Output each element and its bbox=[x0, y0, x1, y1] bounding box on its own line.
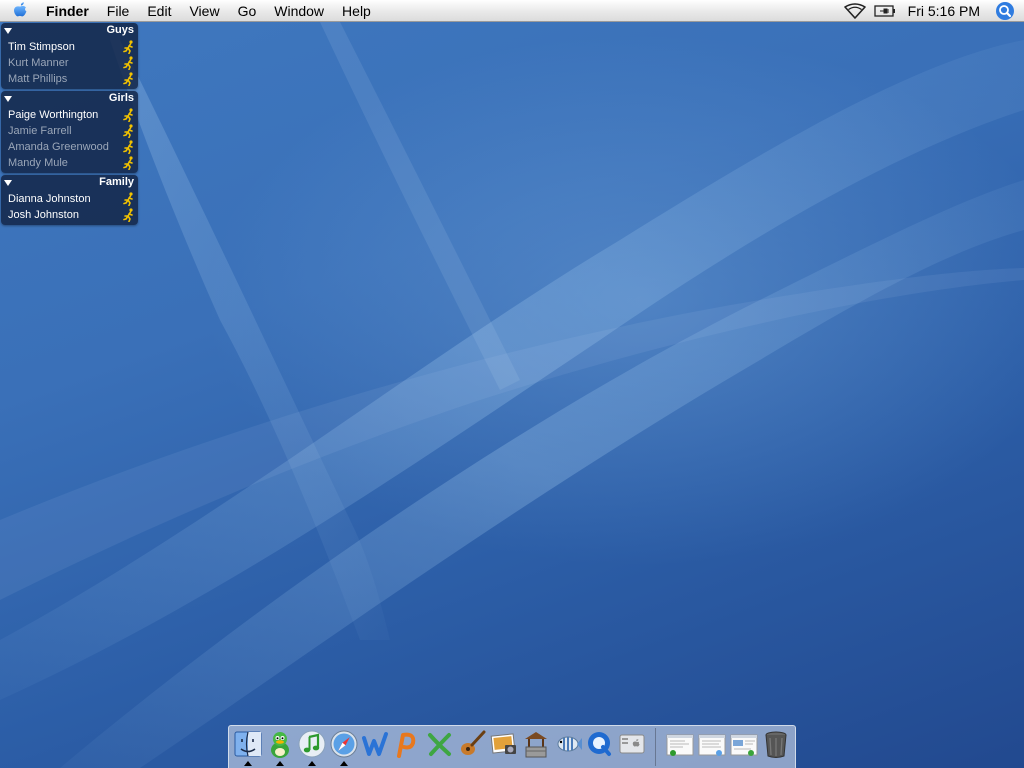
menu-clock[interactable]: Fri 5:16 PM bbox=[902, 0, 994, 22]
running-indicator bbox=[276, 761, 284, 766]
dock-item-adium[interactable] bbox=[265, 729, 295, 766]
dock-item-word[interactable] bbox=[361, 729, 391, 763]
dock bbox=[228, 725, 796, 768]
buddy-name: Matt Phillips bbox=[8, 73, 68, 85]
buddy-group: Guys Tim Stimpson Kurt Manner Matt Phill… bbox=[1, 23, 138, 89]
minimized-window-icon bbox=[698, 734, 726, 756]
buddy-name: Mandy Mule bbox=[8, 157, 68, 169]
aim-runner-icon bbox=[123, 72, 135, 87]
buddy-group: Girls Paige Worthington Jamie Farrell Am… bbox=[1, 91, 138, 173]
group-name: Guys bbox=[106, 24, 134, 36]
battery-menu[interactable] bbox=[872, 0, 898, 22]
group-name: Girls bbox=[108, 92, 134, 104]
buddy-row[interactable]: Mandy Mule bbox=[1, 155, 138, 171]
disclosure-triangle-icon[interactable] bbox=[4, 96, 12, 102]
system-preferences-icon bbox=[619, 734, 645, 754]
dock-item-trash[interactable] bbox=[761, 729, 791, 763]
dock-item-quicktime[interactable] bbox=[585, 729, 615, 763]
apple-icon bbox=[14, 2, 27, 17]
trash-icon bbox=[765, 731, 787, 758]
excel-icon bbox=[428, 733, 451, 756]
running-indicator bbox=[244, 761, 252, 766]
menu-bar: Finder File Edit View Go Window Help Fri… bbox=[0, 0, 1024, 22]
finder-icon bbox=[234, 731, 262, 757]
safari-icon bbox=[330, 730, 358, 758]
menu-go[interactable]: Go bbox=[229, 0, 266, 22]
buddy-row[interactable]: Dianna Johnston bbox=[1, 191, 138, 207]
running-indicator bbox=[340, 761, 348, 766]
battery-icon bbox=[873, 5, 895, 17]
menu-help[interactable]: Help bbox=[333, 0, 380, 22]
buddy-row[interactable]: Josh Johnston bbox=[1, 207, 138, 223]
dock-item-minimized-window[interactable] bbox=[697, 729, 727, 763]
buddy-name: Paige Worthington bbox=[8, 109, 99, 121]
buddy-row[interactable]: Paige Worthington bbox=[1, 107, 138, 123]
buddy-name: Tim Stimpson bbox=[8, 41, 75, 53]
dock-item-wishing-well[interactable] bbox=[521, 729, 551, 763]
spotlight-button[interactable] bbox=[994, 0, 1016, 22]
buddy-name: Dianna Johnston bbox=[8, 193, 91, 205]
aim-runner-icon bbox=[123, 108, 135, 123]
dock-separator bbox=[655, 728, 656, 766]
menu-view[interactable]: View bbox=[180, 0, 228, 22]
aim-runner-icon bbox=[123, 124, 135, 139]
dock-item-excel[interactable] bbox=[425, 729, 455, 763]
dock-item-minimized-window[interactable] bbox=[665, 729, 695, 763]
itunes-icon bbox=[298, 730, 326, 758]
buddy-list: Guys Tim Stimpson Kurt Manner Matt Phill… bbox=[1, 23, 138, 227]
dock-item-garageband[interactable] bbox=[457, 729, 487, 763]
wishing-well-icon bbox=[525, 732, 547, 758]
menu-window[interactable]: Window bbox=[265, 0, 333, 22]
iphoto-icon bbox=[490, 733, 516, 754]
buddy-row[interactable]: Kurt Manner bbox=[1, 55, 138, 71]
group-name: Family bbox=[99, 176, 134, 188]
wallpaper-swooshes bbox=[0, 22, 1024, 768]
buddy-row[interactable]: Amanda Greenwood bbox=[1, 139, 138, 155]
dock-item-minimized-window[interactable] bbox=[729, 729, 759, 763]
spotlight-icon bbox=[996, 2, 1014, 20]
minimized-window-icon bbox=[666, 734, 694, 756]
disclosure-triangle-icon[interactable] bbox=[4, 180, 12, 186]
aim-runner-icon bbox=[123, 208, 135, 223]
quicktime-icon bbox=[588, 732, 611, 756]
dock-item-finder[interactable] bbox=[233, 729, 263, 766]
fish-icon bbox=[557, 736, 582, 752]
group-header-guys[interactable]: Guys bbox=[1, 23, 138, 39]
wifi-icon bbox=[843, 3, 866, 19]
menu-edit[interactable]: Edit bbox=[138, 0, 180, 22]
aim-runner-icon bbox=[123, 40, 135, 55]
word-icon bbox=[362, 732, 388, 756]
garageband-icon bbox=[461, 730, 486, 755]
buddy-name: Josh Johnston bbox=[8, 209, 79, 221]
buddy-row[interactable]: Tim Stimpson bbox=[1, 39, 138, 55]
aim-runner-icon bbox=[123, 192, 135, 207]
powerpoint-icon bbox=[397, 732, 416, 758]
apple-menu[interactable] bbox=[0, 0, 40, 22]
buddy-name: Amanda Greenwood bbox=[8, 141, 109, 153]
dock-item-iphoto[interactable] bbox=[489, 729, 519, 763]
group-header-girls[interactable]: Girls bbox=[1, 91, 138, 107]
buddy-name: Kurt Manner bbox=[8, 57, 69, 69]
running-indicator bbox=[308, 761, 316, 766]
desktop-wallpaper bbox=[0, 0, 1024, 768]
menu-finder[interactable]: Finder bbox=[40, 0, 98, 22]
buddy-row[interactable]: Matt Phillips bbox=[1, 71, 138, 87]
dock-item-safari[interactable] bbox=[329, 729, 359, 766]
aim-runner-icon bbox=[123, 140, 135, 155]
buddy-row[interactable]: Jamie Farrell bbox=[1, 123, 138, 139]
aim-runner-icon bbox=[123, 156, 135, 171]
buddy-name: Jamie Farrell bbox=[8, 125, 72, 137]
minimized-window-icon bbox=[730, 734, 758, 756]
disclosure-triangle-icon[interactable] bbox=[4, 28, 12, 34]
dock-item-powerpoint[interactable] bbox=[393, 729, 423, 763]
dock-item-system-preferences[interactable] bbox=[617, 729, 647, 763]
aim-runner-icon bbox=[123, 56, 135, 71]
wifi-menu[interactable] bbox=[842, 0, 868, 22]
menu-file[interactable]: File bbox=[98, 0, 139, 22]
adium-duck-icon bbox=[271, 732, 289, 758]
buddy-group: Family Dianna Johnston Josh Johnston bbox=[1, 175, 138, 225]
group-header-family[interactable]: Family bbox=[1, 175, 138, 191]
dock-item-fish[interactable] bbox=[553, 729, 583, 763]
dock-item-itunes[interactable] bbox=[297, 729, 327, 766]
